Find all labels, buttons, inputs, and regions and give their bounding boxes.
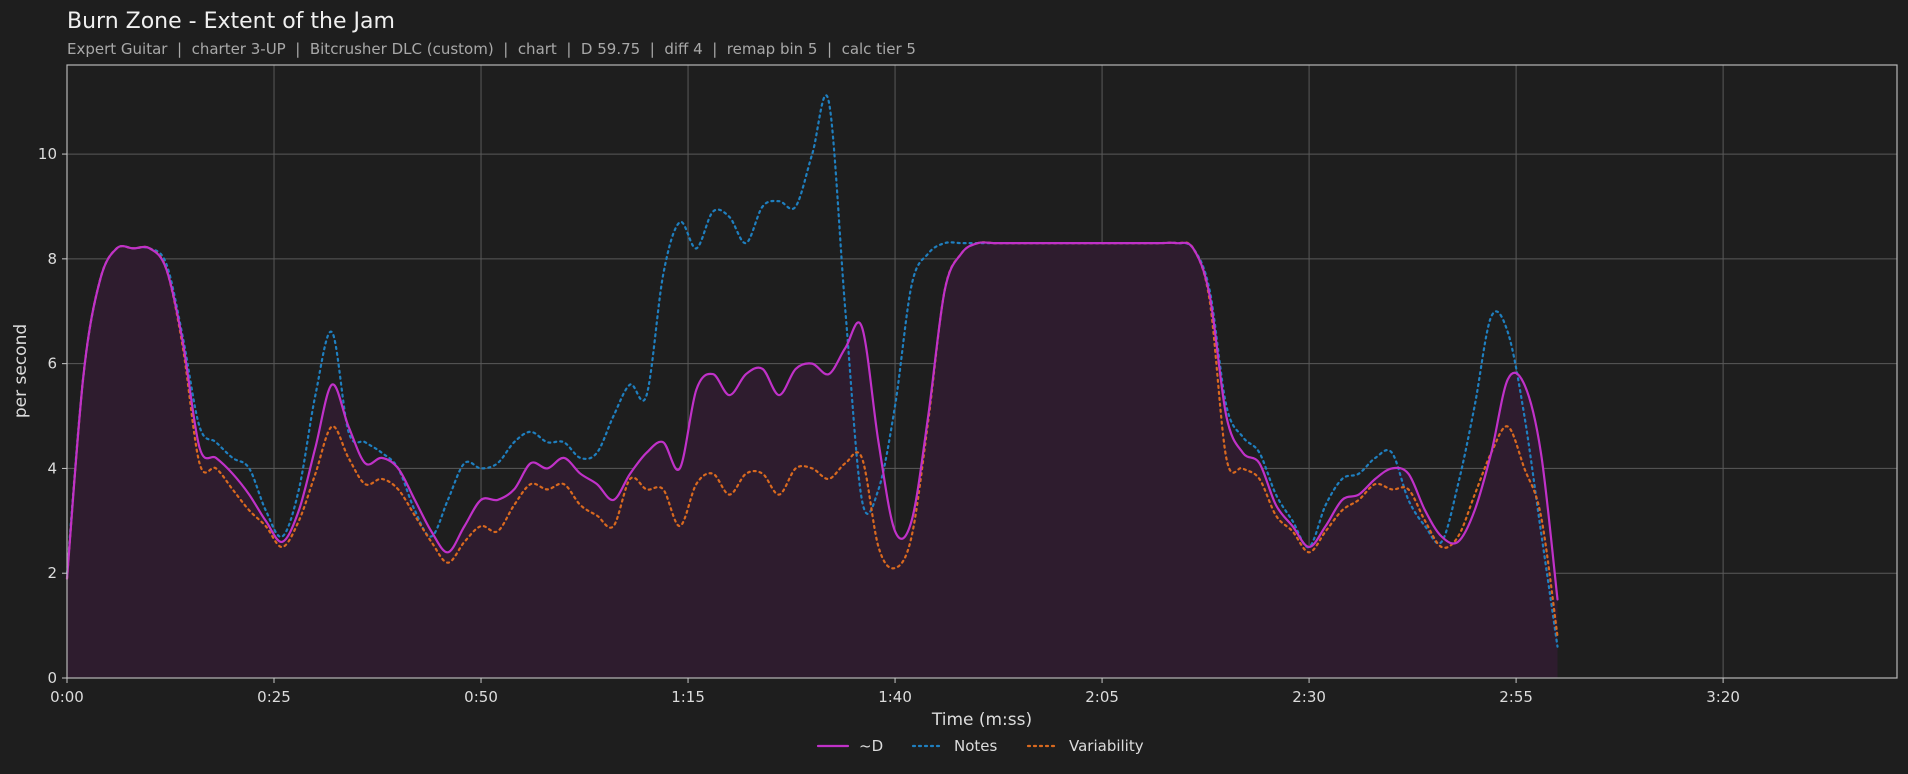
y-axis-ticks: 0 2 4 6 8 10 [38, 145, 67, 687]
y-tick-label: 6 [47, 355, 57, 373]
legend-label-1: Notes [954, 737, 998, 755]
x-tick-label: 1:15 [671, 688, 705, 706]
y-tick-label: 10 [38, 145, 57, 163]
x-tick-label: 2:30 [1292, 688, 1326, 706]
y-tick-label: 8 [47, 250, 57, 268]
x-axis-label: Time (m:ss) [931, 710, 1032, 730]
x-tick-label: 0:00 [50, 688, 84, 706]
x-tick-label: 0:50 [464, 688, 498, 706]
x-tick-label: 2:05 [1085, 688, 1119, 706]
area-fills [67, 242, 1558, 678]
legend: ~D Notes Variability [816, 737, 1144, 755]
chart-subtitle: Expert Guitar | charter 3-UP | Bitcrushe… [67, 40, 916, 58]
x-tick-label: 2:55 [1499, 688, 1533, 706]
chart: Burn Zone - Extent of the Jam Expert Gui… [11, 9, 1898, 755]
legend-label-2: Variability [1069, 737, 1144, 755]
y-tick-label: 2 [47, 564, 57, 582]
x-tick-label: 1:40 [878, 688, 912, 706]
x-tick-label: 0:25 [257, 688, 291, 706]
area-fill-0 [67, 242, 1558, 678]
chart-title: Burn Zone - Extent of the Jam [67, 9, 395, 34]
y-tick-label: 4 [47, 459, 57, 477]
x-axis-ticks: 0:00 0:25 0:50 1:15 1:40 2:05 2:30 2:55 3:20 [50, 678, 1740, 706]
y-tick-label: 0 [47, 669, 57, 687]
y-axis-label: per second [11, 324, 31, 418]
x-tick-label: 3:20 [1706, 688, 1740, 706]
legend-label-0: ~D [859, 737, 883, 755]
